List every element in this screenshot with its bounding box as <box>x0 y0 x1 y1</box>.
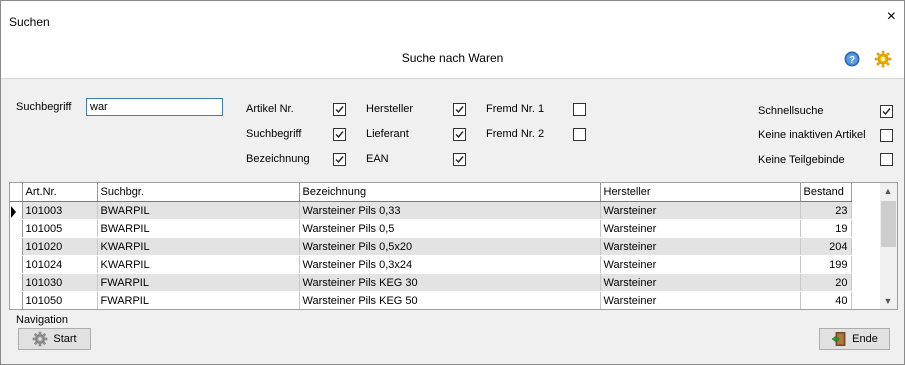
search-label: Suchbegriff <box>16 101 72 113</box>
filter-label-lieferant: Lieferant <box>366 128 409 140</box>
column-header-hersteller[interactable]: Hersteller <box>600 183 801 202</box>
cell-suchbgr[interactable]: BWARPIL <box>97 219 300 238</box>
cell-bezeichnung[interactable]: Warsteiner Pils KEG 50 <box>299 291 601 309</box>
exit-door-icon <box>831 332 846 346</box>
filter-checkbox-ean[interactable] <box>453 153 466 166</box>
cell-suchbgr[interactable]: BWARPIL <box>97 201 300 220</box>
filter-checkbox-bezeichnung[interactable] <box>333 153 346 166</box>
cell-bestand[interactable]: 204 <box>800 237 852 256</box>
filter-label-ean: EAN <box>366 153 389 165</box>
filter-label-hersteller: Hersteller <box>366 103 414 115</box>
cell-bestand[interactable]: 40 <box>800 291 852 309</box>
scroll-up-icon[interactable]: ▲ <box>883 186 893 196</box>
cell-bezeichnung[interactable]: Warsteiner Pils 0,3x24 <box>299 255 601 274</box>
end-button[interactable]: Ende <box>819 328 890 350</box>
column-header-suchbgr[interactable]: Suchbgr. <box>97 183 300 202</box>
cell-art-nr[interactable]: 101003 <box>22 201 98 220</box>
header-title: Suche nach Waren <box>401 51 504 65</box>
cell-bestand[interactable]: 199 <box>800 255 852 274</box>
title-bar: Suchen × <box>1 1 904 43</box>
window-title: Suchen <box>9 15 50 29</box>
cell-bestand[interactable]: 20 <box>800 273 852 292</box>
column-header-bestand[interactable]: Bestand <box>800 183 852 202</box>
cell-art-nr[interactable]: 101050 <box>22 291 98 309</box>
cell-bezeichnung[interactable]: Warsteiner Pils KEG 30 <box>299 273 601 292</box>
start-gear-icon <box>33 331 48 347</box>
close-icon[interactable]: × <box>887 9 896 25</box>
row-header-corner <box>10 183 23 202</box>
option-label-keine-inaktiven-artikel: Keine inaktiven Artikel <box>758 129 866 141</box>
vertical-scrollbar[interactable]: ▲ ▼ <box>880 183 897 309</box>
cell-suchbgr[interactable]: KWARPIL <box>97 237 300 256</box>
results-grid[interactable]: Art.Nr. Suchbgr. Bezeichnung Hersteller … <box>9 182 898 310</box>
cell-hersteller[interactable]: Warsteiner <box>600 273 801 292</box>
table-row[interactable]: 101005 BWARPIL Warsteiner Pils 0,5 Warst… <box>10 219 852 238</box>
cell-bezeichnung[interactable]: Warsteiner Pils 0,5 <box>299 219 601 238</box>
table-row[interactable]: 101050 FWARPIL Warsteiner Pils KEG 50 Wa… <box>10 291 852 309</box>
cell-art-nr[interactable]: 101020 <box>22 237 98 256</box>
gear-icon[interactable] <box>874 50 892 68</box>
end-button-label: Ende <box>852 333 878 345</box>
cell-hersteller[interactable]: Warsteiner <box>600 237 801 256</box>
row-header <box>10 255 23 274</box>
start-button[interactable]: Start <box>18 328 91 350</box>
table-header-row: Art.Nr. Suchbgr. Bezeichnung Hersteller … <box>10 183 852 202</box>
help-icon[interactable]: ? <box>844 51 860 67</box>
row-header <box>10 237 23 256</box>
option-checkbox-keine-inaktiven-artikel[interactable] <box>880 129 893 142</box>
filter-checkbox-lieferant[interactable] <box>453 128 466 141</box>
filter-label-bezeichnung: Bezeichnung <box>246 153 310 165</box>
table-row[interactable]: 101030 FWARPIL Warsteiner Pils KEG 30 Wa… <box>10 273 852 292</box>
table-row[interactable]: 101024 KWARPIL Warsteiner Pils 0,3x24 Wa… <box>10 255 852 274</box>
cell-suchbgr[interactable]: FWARPIL <box>97 291 300 309</box>
cell-hersteller[interactable]: Warsteiner <box>600 255 801 274</box>
scrollbar-thumb[interactable] <box>881 201 896 247</box>
filter-checkbox-artikel-nr[interactable] <box>333 103 346 116</box>
current-row-indicator-icon <box>10 201 23 220</box>
filter-label-fremd-nr-2: Fremd Nr. 2 <box>486 128 545 140</box>
cell-bestand[interactable]: 19 <box>800 219 852 238</box>
cell-bestand[interactable]: 23 <box>800 201 852 220</box>
cell-art-nr[interactable]: 101005 <box>22 219 98 238</box>
filter-checkbox-hersteller[interactable] <box>453 103 466 116</box>
filter-label-artikel-nr: Artikel Nr. <box>246 103 294 115</box>
table-row[interactable]: 101003 BWARPIL Warsteiner Pils 0,33 Wars… <box>10 201 852 220</box>
cell-hersteller[interactable]: Warsteiner <box>600 201 801 220</box>
cell-art-nr[interactable]: 101030 <box>22 273 98 292</box>
filter-label-suchbegriff: Suchbegriff <box>246 128 302 140</box>
cell-suchbgr[interactable]: KWARPIL <box>97 255 300 274</box>
option-label-schnellsuche: Schnellsuche <box>758 105 824 117</box>
cell-bezeichnung[interactable]: Warsteiner Pils 0,33 <box>299 201 601 220</box>
start-button-label: Start <box>53 333 77 345</box>
cell-bezeichnung[interactable]: Warsteiner Pils 0,5x20 <box>299 237 601 256</box>
search-dialog: Suchen × Suche nach Waren ? Suchbegriff … <box>0 0 905 365</box>
filter-label-fremd-nr-1: Fremd Nr. 1 <box>486 103 545 115</box>
filter-checkbox-fremd-nr-1[interactable] <box>573 103 586 116</box>
results-table: Art.Nr. Suchbgr. Bezeichnung Hersteller … <box>10 183 852 309</box>
column-header-art-nr[interactable]: Art.Nr. <box>22 183 98 202</box>
cell-hersteller[interactable]: Warsteiner <box>600 219 801 238</box>
table-row[interactable]: 101020 KWARPIL Warsteiner Pils 0,5x20 Wa… <box>10 237 852 256</box>
cell-suchbgr[interactable]: FWARPIL <box>97 273 300 292</box>
search-input[interactable] <box>86 98 223 116</box>
option-label-keine-teilgebinde: Keine Teilgebinde <box>758 154 845 166</box>
column-header-bezeichnung[interactable]: Bezeichnung <box>299 183 601 202</box>
cell-art-nr[interactable]: 101024 <box>22 255 98 274</box>
scroll-down-icon[interactable]: ▼ <box>883 296 893 306</box>
dialog-header: Suche nach Waren ? <box>1 43 904 79</box>
cell-hersteller[interactable]: Warsteiner <box>600 291 801 309</box>
navigation-label: Navigation <box>16 314 68 326</box>
filter-checkbox-suchbegriff[interactable] <box>333 128 346 141</box>
row-header <box>10 219 23 238</box>
option-checkbox-keine-teilgebinde[interactable] <box>880 153 893 166</box>
option-checkbox-schnellsuche[interactable] <box>880 105 893 118</box>
row-header <box>10 273 23 292</box>
row-header <box>10 291 23 309</box>
filter-checkbox-fremd-nr-2[interactable] <box>573 128 586 141</box>
svg-text:?: ? <box>849 55 855 66</box>
